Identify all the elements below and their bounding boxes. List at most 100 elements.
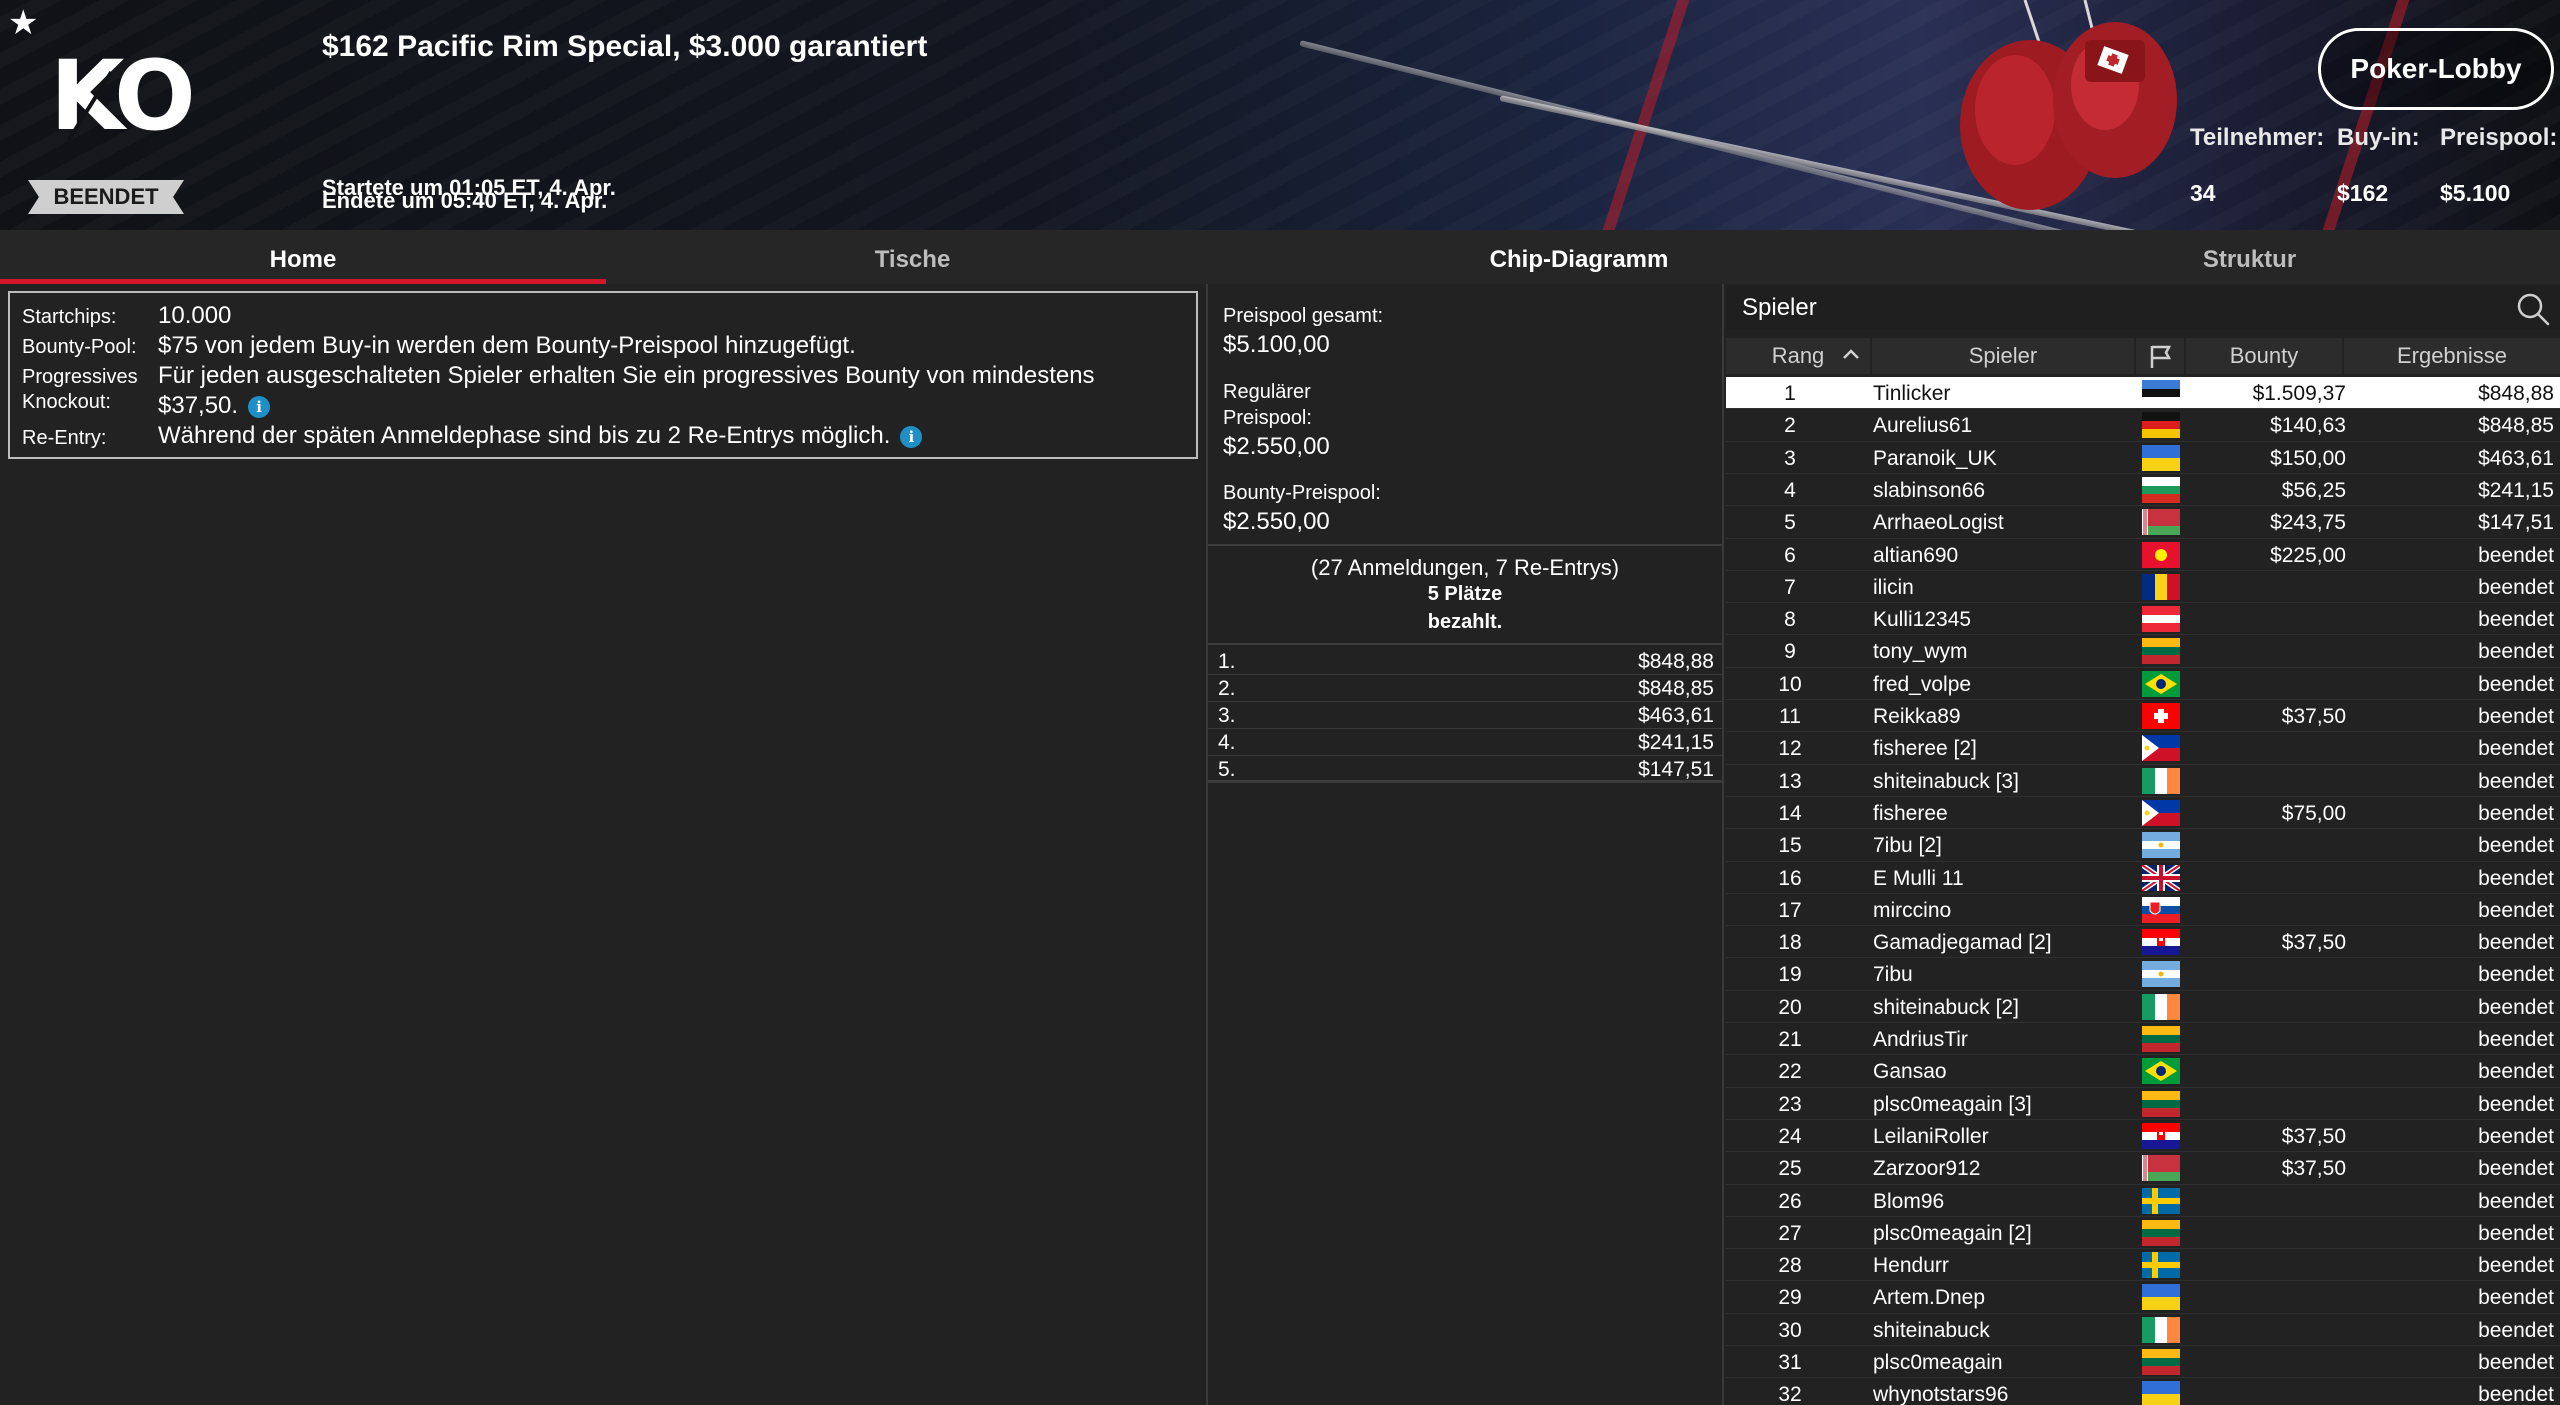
player-row[interactable]: 11 Reikka89 $37,50 beendet bbox=[1726, 700, 2560, 732]
player-row[interactable]: 17 mirccino beendet bbox=[1726, 894, 2560, 926]
player-row[interactable]: 27 plsc0meagain [2] beendet bbox=[1726, 1217, 2560, 1249]
player-row[interactable]: 21 AndriusTir beendet bbox=[1726, 1023, 2560, 1055]
startchips-value: 10.000 bbox=[158, 302, 232, 329]
total-prizepool-label: Preispool gesamt: bbox=[1223, 305, 1384, 327]
player-rank: 17 bbox=[1778, 898, 1802, 922]
player-rank: 23 bbox=[1778, 1092, 1802, 1116]
player-result: beendet bbox=[2478, 575, 2554, 599]
progressive-knockout-amount-line: $37,50. i bbox=[158, 392, 271, 420]
player-name: Kulli12345 bbox=[1873, 608, 1972, 632]
player-row[interactable]: 25 Zarzoor912 $37,50 beendet bbox=[1726, 1152, 2560, 1184]
player-row[interactable]: 29 Artem.Dnep beendet bbox=[1726, 1281, 2560, 1313]
bounty-prizepool-value: $2.550,00 bbox=[1223, 508, 1330, 535]
player-result: beendet bbox=[2478, 608, 2554, 632]
player-row[interactable]: 1 Tinlicker $1.509,37 $848,88 bbox=[1726, 377, 2560, 409]
favorite-star-icon[interactable]: ★ bbox=[8, 6, 38, 40]
player-rank: 18 bbox=[1778, 931, 1802, 955]
entries-count: (27 Anmeldungen, 7 Re-Entrys) bbox=[1310, 555, 1620, 580]
tab-chip-chart[interactable]: Chip-Diagramm bbox=[1219, 230, 1939, 284]
country-flag-icon bbox=[2142, 1316, 2180, 1343]
payout-row: 3. $463,61 bbox=[1208, 702, 1722, 729]
player-row[interactable]: 14 fisheree $75,00 beendet bbox=[1726, 797, 2560, 829]
tab-structure[interactable]: Struktur bbox=[1939, 230, 2560, 284]
player-rank: 26 bbox=[1778, 1189, 1802, 1213]
player-row[interactable]: 28 Hendurr beendet bbox=[1726, 1249, 2560, 1281]
player-result: beendet bbox=[2478, 1060, 2554, 1084]
player-name: Gansao bbox=[1873, 1060, 1947, 1084]
player-row[interactable]: 5 ArrhaeoLogist $243,75 $147,51 bbox=[1726, 506, 2560, 538]
country-flag-icon bbox=[2142, 1349, 2180, 1375]
player-row[interactable]: 4 slabinson66 $56,25 $241,15 bbox=[1726, 474, 2560, 506]
player-row[interactable]: 24 LeilaniRoller $37,50 beendet bbox=[1726, 1120, 2560, 1152]
player-name: whynotstars96 bbox=[1873, 1383, 2009, 1405]
tab-tables[interactable]: Tische bbox=[606, 230, 1219, 284]
info-icon[interactable]: i bbox=[900, 425, 923, 448]
player-row[interactable]: 15 7ibu [2] beendet bbox=[1726, 829, 2560, 861]
tournament-title: $162 Pacific Rim Special, $3.000 garanti… bbox=[322, 30, 928, 63]
player-row[interactable]: 31 plsc0meagain beendet bbox=[1726, 1346, 2560, 1378]
participants-label: Teilnehmer: bbox=[2190, 124, 2325, 151]
country-flag-icon bbox=[2142, 961, 2180, 988]
player-row[interactable]: 30 shiteinabuck beendet bbox=[1726, 1314, 2560, 1346]
country-flag-icon bbox=[2142, 638, 2180, 665]
poker-lobby-button[interactable]: Poker-Lobby bbox=[2318, 28, 2554, 110]
player-rank: 22 bbox=[1778, 1060, 1802, 1084]
player-row[interactable]: 2 Aurelius61 $140,63 $848,85 bbox=[1726, 409, 2560, 441]
column-header-player[interactable]: Spieler bbox=[1872, 338, 2134, 374]
country-flag-icon bbox=[2142, 1219, 2180, 1246]
search-icon[interactable] bbox=[2516, 292, 2550, 326]
player-row[interactable]: 16 E Mulli 11 beendet bbox=[1726, 862, 2560, 894]
paid-places: 5 Plätze bbox=[1427, 583, 1503, 605]
player-name: Blom96 bbox=[1873, 1189, 1945, 1213]
end-time: Endete um 05:40 ET, 4. Apr. bbox=[322, 188, 608, 213]
player-row[interactable]: 13 shiteinabuck [3] beendet bbox=[1726, 765, 2560, 797]
country-flag-icon bbox=[2142, 1090, 2180, 1117]
player-rank: 16 bbox=[1778, 866, 1802, 890]
player-row[interactable]: 10 fred_volpe beendet bbox=[1726, 668, 2560, 700]
player-row[interactable]: 6 altian690 $225,00 beendet bbox=[1726, 539, 2560, 571]
player-row[interactable]: 19 7ibu beendet bbox=[1726, 958, 2560, 990]
player-rank: 3 bbox=[1784, 446, 1796, 470]
player-name: Hendurr bbox=[1873, 1254, 1949, 1278]
tab-home[interactable]: Home bbox=[0, 230, 606, 284]
player-result: beendet bbox=[2478, 1157, 2554, 1181]
country-flag-icon bbox=[2142, 1252, 2180, 1279]
country-flag-icon bbox=[2142, 703, 2180, 729]
prizepool-label: Preispool: bbox=[2440, 124, 2558, 151]
info-icon[interactable]: i bbox=[248, 395, 271, 418]
player-result: beendet bbox=[2478, 995, 2554, 1019]
column-header-bounty[interactable]: Bounty bbox=[2186, 338, 2342, 374]
player-row[interactable]: 26 Blom96 beendet bbox=[1726, 1185, 2560, 1217]
player-rank: 10 bbox=[1778, 672, 1802, 696]
column-header-result[interactable]: Ergebnisse bbox=[2344, 338, 2560, 374]
player-row[interactable]: 7 ilicin beendet bbox=[1726, 571, 2560, 603]
sort-ascending-icon[interactable] bbox=[1840, 343, 1862, 365]
player-bounty: $243,75 bbox=[2270, 511, 2346, 535]
player-row[interactable]: 9 tony_wym beendet bbox=[1726, 635, 2560, 667]
player-name: AndriusTir bbox=[1873, 1028, 1968, 1051]
player-row[interactable]: 3 Paranoik_UK $150,00 $463,61 bbox=[1726, 442, 2560, 474]
divider bbox=[1208, 643, 1722, 645]
country-flag-icon bbox=[2142, 1122, 2180, 1149]
country-flag-icon bbox=[2142, 573, 2180, 600]
player-name: 7ibu [2] bbox=[1873, 834, 1942, 858]
player-rank: 8 bbox=[1784, 608, 1796, 632]
tournament-header: ★ KO BEENDET $162 Pacific Rim Special, $… bbox=[0, 0, 2560, 230]
player-row[interactable]: 8 Kulli12345 beendet bbox=[1726, 603, 2560, 635]
player-rank: 24 bbox=[1778, 1124, 1802, 1148]
player-row[interactable]: 12 fisheree [2] beendet bbox=[1726, 732, 2560, 764]
player-row[interactable]: 18 Gamadjegamad [2] $37,50 beendet bbox=[1726, 926, 2560, 958]
player-name: fisheree [2] bbox=[1873, 737, 1977, 761]
player-row[interactable]: 32 whynotstars96 beendet bbox=[1726, 1378, 2560, 1405]
player-bounty: $56,25 bbox=[2281, 478, 2346, 502]
player-rank: 6 bbox=[1784, 543, 1796, 567]
player-result: beendet bbox=[2478, 640, 2554, 664]
player-row[interactable]: 20 shiteinabuck [2] beendet bbox=[1726, 991, 2560, 1023]
player-rank: 12 bbox=[1778, 737, 1802, 761]
player-row[interactable]: 23 plsc0meagain [3] beendet bbox=[1726, 1088, 2560, 1120]
player-result: beendet bbox=[2478, 963, 2554, 987]
player-row[interactable]: 22 Gansao beendet bbox=[1726, 1055, 2560, 1087]
reentry-value: Während der späten Anmeldephase sind bis… bbox=[158, 422, 891, 449]
player-result: beendet bbox=[2478, 1124, 2554, 1148]
player-name: fisheree bbox=[1873, 801, 1948, 825]
